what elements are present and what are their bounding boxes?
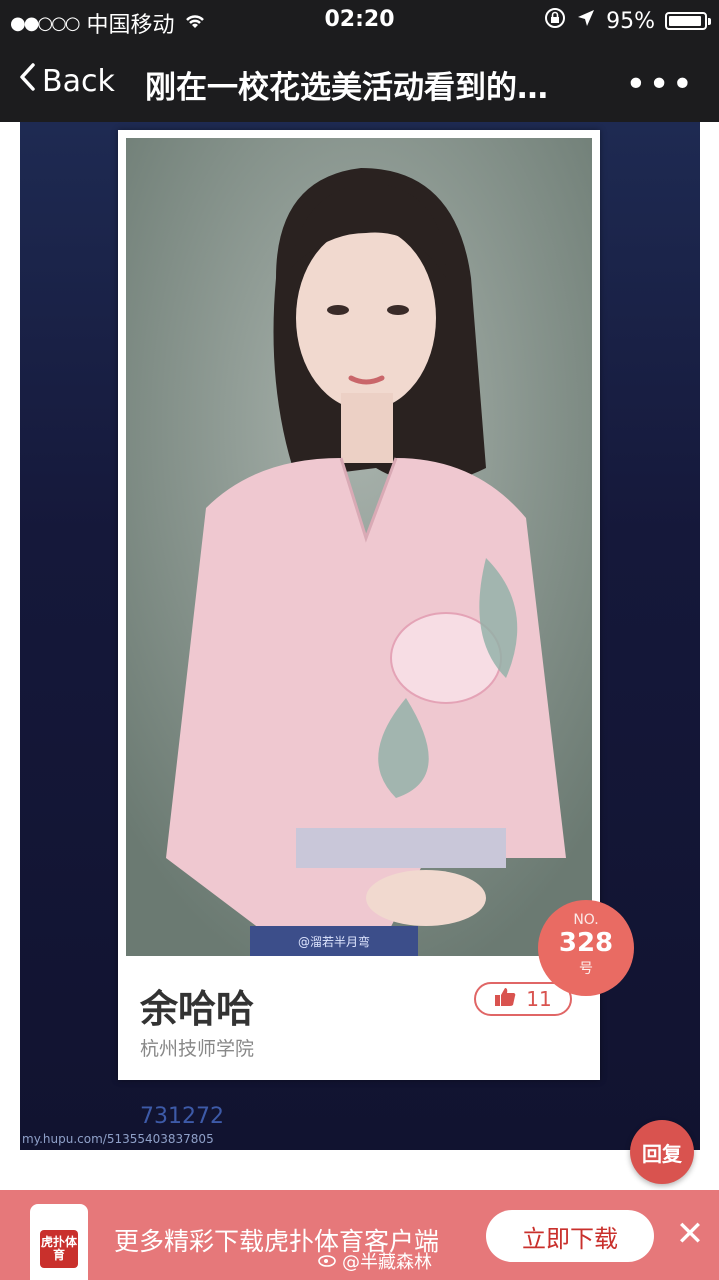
contestant-photo: @溜若半月弯 xyxy=(126,138,592,956)
poster-source-url: my.hupu.com/51355403837805 xyxy=(22,1132,214,1146)
weibo-watermark: @半藏森林 xyxy=(318,1248,432,1274)
poster-id-number: 731272 xyxy=(140,1104,224,1129)
reply-button[interactable]: 回复 xyxy=(630,1120,694,1184)
close-icon[interactable]: ✕ xyxy=(672,1216,708,1252)
like-count: 11 xyxy=(526,987,552,1011)
contestant-name: 余哈哈 xyxy=(140,987,255,1031)
badge-no-label: NO. xyxy=(573,912,599,928)
back-button[interactable]: Back xyxy=(18,62,115,100)
battery-icon xyxy=(665,12,711,30)
badge-suffix: 号 xyxy=(579,961,593,977)
status-bar: ●●○○○ 中国移动 02:20 95% xyxy=(0,0,719,40)
article-content: @溜若半月弯 余哈哈 杭州技师学院 11 NO. 328 号 731272 my… xyxy=(0,122,719,1190)
back-label: Back xyxy=(42,63,115,99)
location-icon xyxy=(576,8,596,34)
navigation-bar: Back 刚在一校花选美活动看到的… ••• xyxy=(0,40,719,122)
page-title: 刚在一校花选美活动看到的… xyxy=(145,70,548,106)
photo-watermark: @溜若半月弯 xyxy=(250,926,418,956)
badge-number: 328 xyxy=(558,928,614,958)
weibo-icon xyxy=(318,1251,338,1272)
contest-poster-image: @溜若半月弯 余哈哈 杭州技师学院 11 NO. 328 号 731272 my… xyxy=(20,122,700,1150)
more-button[interactable]: ••• xyxy=(625,64,695,105)
phone-icon: 虎扑体育 xyxy=(30,1204,88,1280)
contestant-number-badge: NO. 328 号 xyxy=(538,900,634,996)
battery-percent: 95% xyxy=(606,8,655,34)
hupu-logo: 虎扑体育 xyxy=(40,1230,78,1268)
download-button[interactable]: 立即下载 xyxy=(486,1210,654,1262)
portrait-illustration xyxy=(126,138,592,956)
thumbs-up-icon xyxy=(494,987,516,1012)
contestant-school: 杭州技师学院 xyxy=(140,1038,255,1060)
contestant-card: @溜若半月弯 余哈哈 杭州技师学院 11 NO. 328 号 xyxy=(118,130,634,1080)
rotation-lock-icon xyxy=(544,7,566,35)
weibo-handle: @半藏森林 xyxy=(342,1252,432,1273)
chevron-left-icon xyxy=(18,62,36,100)
